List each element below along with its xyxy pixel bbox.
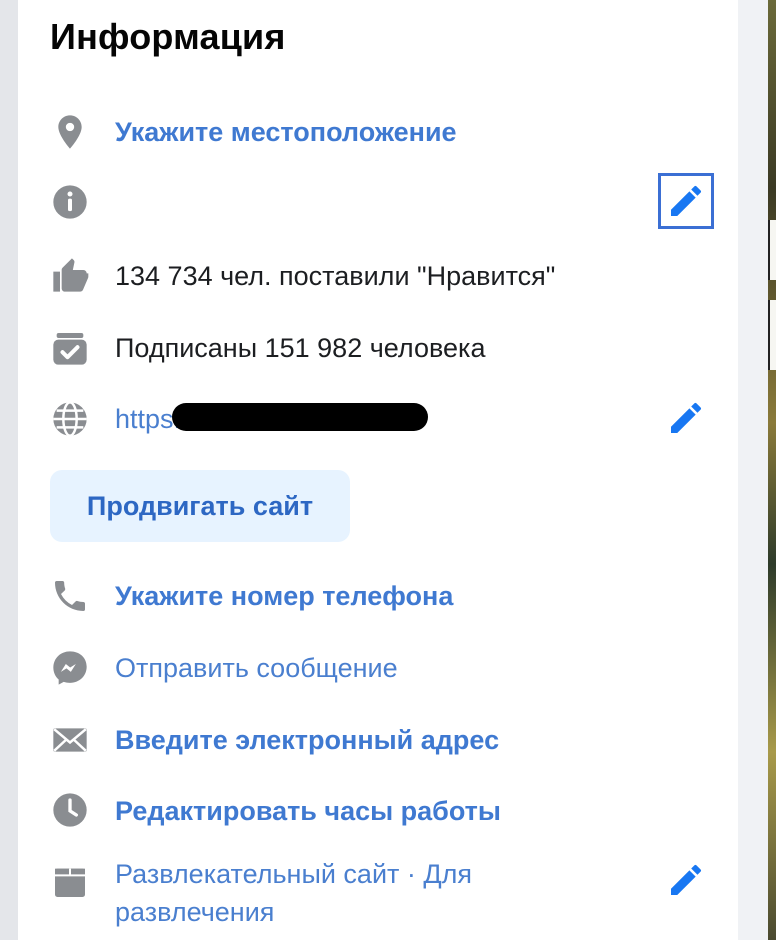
info-icon — [50, 182, 90, 222]
edit-info-button[interactable] — [658, 173, 714, 229]
category-link[interactable]: Развлекательный сайт · Для развлечения — [115, 855, 635, 931]
add-location-link[interactable]: Укажите местоположение — [115, 114, 457, 150]
section-title: Информация — [50, 16, 286, 57]
redaction-bar — [172, 403, 428, 431]
pencil-icon — [671, 185, 701, 216]
cover-photo-edge — [768, 0, 776, 940]
photo-frame-edge — [768, 220, 776, 280]
pencil-icon — [671, 402, 701, 433]
location-pin-icon — [50, 112, 90, 152]
info-card: Информация Укажите местоположение 134 73… — [18, 0, 738, 940]
send-message-link[interactable]: Отправить сообщение — [115, 650, 398, 686]
globe-icon — [50, 399, 90, 439]
add-email-link[interactable]: Введите электронный адрес — [115, 722, 499, 758]
add-phone-link[interactable]: Укажите номер телефона — [115, 578, 453, 614]
promote-site-button[interactable]: Продвигать сайт — [50, 470, 350, 542]
phone-icon — [50, 576, 90, 616]
pencil-icon — [671, 864, 701, 895]
photo-frame-edge — [768, 300, 776, 370]
thumbs-up-icon — [50, 255, 90, 295]
edit-website-button[interactable] — [658, 390, 714, 446]
clock-icon — [50, 790, 90, 830]
followers-icon — [50, 328, 90, 368]
edit-hours-link[interactable]: Редактировать часы работы — [115, 793, 501, 829]
followers-count-text: Подписаны 151 982 человека — [115, 333, 486, 363]
edit-category-button[interactable] — [658, 852, 714, 908]
likes-count-text: 134 734 чел. поставили "Нравится" — [115, 261, 556, 291]
right-gap — [738, 0, 768, 940]
messenger-icon — [50, 648, 90, 688]
envelope-icon — [50, 720, 90, 760]
left-strip — [0, 0, 18, 940]
category-icon — [50, 862, 90, 902]
